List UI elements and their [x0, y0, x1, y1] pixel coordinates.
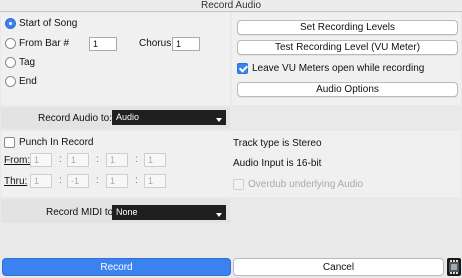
radio-from-bar[interactable]: From Bar #: [5, 38, 69, 49]
audio-input-text: Audio Input is 16-bit: [233, 158, 322, 169]
radio-label: Tag: [19, 57, 36, 68]
separator: :: [96, 175, 99, 186]
separator: :: [135, 154, 138, 165]
cancel-button[interactable]: Cancel: [233, 258, 444, 276]
thru-extra-field[interactable]: 1: [144, 174, 166, 188]
film-icon[interactable]: [447, 258, 461, 276]
window-title: Record Audio: [0, 0, 462, 12]
test-recording-level-button[interactable]: Test Recording Level (VU Meter): [237, 40, 458, 55]
radio-end[interactable]: End: [5, 76, 37, 87]
bar-number-input[interactable]: 1: [89, 37, 117, 51]
radio-label: From Bar #: [19, 38, 70, 49]
chorus-input[interactable]: 1: [172, 37, 200, 51]
checkbox-box: [4, 137, 15, 148]
radio-dot: [5, 76, 16, 87]
from-beat-field[interactable]: 1: [67, 153, 89, 167]
radio-label: End: [19, 76, 37, 87]
record-midi-label: Record MIDI to:: [46, 207, 117, 218]
leave-vu-meters-checkbox[interactable]: Leave VU Meters open while recording: [237, 63, 424, 74]
from-extra-field[interactable]: 1: [144, 153, 166, 167]
separator: :: [96, 154, 99, 165]
chevron-down-icon: [216, 213, 222, 217]
thru-label-text: Thru:: [4, 176, 28, 187]
from-label: From:: [4, 155, 30, 166]
radio-label: Start of Song: [19, 18, 78, 29]
film-icon-graphic: [449, 260, 459, 274]
from-tick-field[interactable]: 1: [106, 153, 128, 167]
set-recording-levels-button[interactable]: Set Recording Levels: [237, 20, 458, 35]
punch-in-checkbox[interactable]: Punch In Record: [4, 137, 94, 148]
record-audio-dropdown[interactable]: Audio: [112, 110, 226, 125]
dropdown-value: Audio: [116, 112, 140, 122]
audio-options-button[interactable]: Audio Options: [237, 82, 458, 97]
radio-tag[interactable]: Tag: [5, 57, 35, 68]
dropdown-value: None: [116, 207, 138, 217]
checkbox-box: [233, 179, 244, 190]
thru-bar-field[interactable]: 1: [30, 174, 52, 188]
checkbox-label: Overdub underlying Audio: [248, 179, 364, 190]
record-midi-dropdown[interactable]: None: [112, 205, 226, 220]
separator: :: [135, 175, 138, 186]
thru-label: Thru:: [4, 176, 27, 187]
from-label-text: From:: [4, 155, 31, 166]
record-audio-label: Record Audio to:: [38, 113, 112, 124]
radio-dot: [5, 57, 16, 68]
checkbox-label: Punch In Record: [19, 137, 94, 148]
thru-tick-field[interactable]: 1: [106, 174, 128, 188]
thru-beat-field[interactable]: -1: [67, 174, 89, 188]
checkbox-box: [237, 63, 248, 74]
from-bar-field[interactable]: 1: [30, 153, 52, 167]
separator: :: [59, 175, 62, 186]
track-type-text: Track type is Stereo: [233, 138, 322, 149]
radio-dot: [5, 18, 16, 29]
overdub-checkbox[interactable]: Overdub underlying Audio: [233, 179, 363, 190]
checkbox-label: Leave VU Meters open while recording: [252, 63, 425, 74]
radio-dot: [5, 38, 16, 49]
radio-start-of-song[interactable]: Start of Song: [5, 18, 77, 29]
chevron-down-icon: [216, 118, 222, 122]
separator: :: [59, 154, 62, 165]
record-button[interactable]: Record: [2, 258, 231, 276]
chorus-label: Chorus: [139, 38, 172, 49]
